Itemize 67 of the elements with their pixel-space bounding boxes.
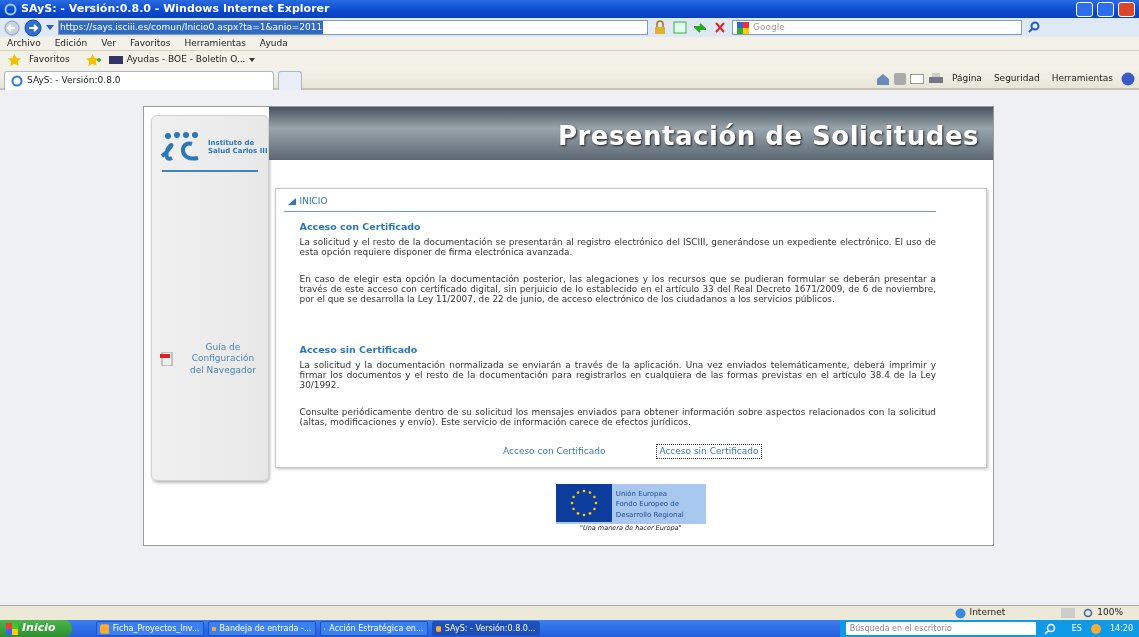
browser-tab[interactable]: SAyS: - Versión:0.8.0 <box>4 71 274 90</box>
refresh-icon[interactable] <box>692 20 708 35</box>
home-icon[interactable] <box>875 73 890 85</box>
search-placeholder: Búsqueda en el escritorio <box>849 622 952 635</box>
favorite-link[interactable]: Ayudas - BOE - Boletín O... <box>108 52 256 67</box>
windows-logo-icon <box>6 622 18 635</box>
globe-icon <box>954 607 966 619</box>
app-icon <box>435 623 441 634</box>
mail-icon[interactable] <box>909 74 924 84</box>
menu-item[interactable]: Edición <box>47 36 95 51</box>
section-heading: Acceso con Certificado <box>299 219 422 234</box>
taskbar-button[interactable]: Acción Estratégica en... <box>319 621 428 636</box>
star-icon <box>8 53 21 66</box>
command-menu[interactable]: Herramientas <box>1047 72 1117 86</box>
desktop-search-field[interactable]: Búsqueda en el escritorio <box>845 622 1036 635</box>
body-paragraph: La solicitud y la documentación normalizada se enviarán a través de la aplicación. Una vez enviados telemáticamente, deberá imprimir y firmar los documentos y el resto de la documentación para registrarlos en cualquiera de las formas previstas en el artículo 38.4 de la Ley 30/1992. <box>299 361 936 391</box>
taskbar-button[interactable]: Bandeja de entrada -... <box>207 621 316 636</box>
zoom-button[interactable]: 100% <box>1083 606 1123 620</box>
menu-item[interactable]: Archivo <box>0 36 48 51</box>
body-paragraph: En caso de elegir esta opción la documentación posterior, las alegaciones y los recursos que se pudieran formular se deberán presentar a través de este acceso con certificado digital, sin perjuicio de lo establecido en el artículo 33 del Real Decreto 1671/2009, de 6 de noviembre, por el que se desarrolla la Ley 11/2007, de 22 de junio, de acceso electrónico de los ciudadanos a los servicios públicos. <box>299 275 936 305</box>
menu-item[interactable]: Herramientas <box>177 36 253 51</box>
help-icon[interactable] <box>1121 72 1135 86</box>
compatibility-icon[interactable] <box>672 20 688 35</box>
access-link[interactable]: Acceso sin Certificado <box>656 443 762 460</box>
taskbar-button[interactable]: SAyS: - Versión:0.8.0... <box>431 621 540 636</box>
stop-icon[interactable] <box>712 20 728 35</box>
command-menu[interactable]: Página <box>947 72 986 86</box>
window-title: SAyS: - Versión:0.8.0 - Windows Internet Explorer <box>21 0 331 17</box>
search-icon[interactable] <box>1026 20 1042 35</box>
search-placeholder: Google <box>753 20 785 34</box>
taskbar-button[interactable]: Ficha_Proyectos_Inv... <box>95 621 204 636</box>
section-title: INICIO <box>299 195 328 208</box>
menu-item[interactable]: Favoritos <box>122 36 178 51</box>
eu-flag-icon <box>555 484 612 523</box>
menu-item[interactable]: Ver <box>94 36 123 51</box>
app-icon <box>99 623 109 634</box>
browser-icon <box>4 2 17 16</box>
body-paragraph: La solicitud y el resto de la documentación se presentarán al registro electrónico del ISCIII, generándose un expediente electrónico. El uso de esta opción requiere disponer de firma electrónica avanzada. <box>299 237 936 258</box>
menu-item[interactable]: Ayuda <box>252 36 295 51</box>
body-paragraph: Consulte periódicamente dentro de su solicitud los mensajes enviados para obtener información sobre aspectos relacionados con la solicitud (altas, modificaciones y envío). Este servicio de información carece de efectos jurídicos. <box>299 408 936 428</box>
new-tab-button[interactable] <box>278 71 302 90</box>
tray-icon[interactable] <box>1089 622 1102 635</box>
add-favorite-icon[interactable] <box>85 53 101 66</box>
site-icon <box>108 55 123 64</box>
address-field[interactable]: https://says.isciii.es/comun/Inicio0.aspx?ta=1&anio=2011 <box>58 20 648 35</box>
maximize-button[interactable] <box>1097 1 1114 17</box>
search-provider-icon <box>737 21 749 34</box>
banner-title: Presentación de Solicitudes <box>268 107 993 160</box>
magnifier-icon <box>1083 608 1094 618</box>
forward-icon[interactable] <box>24 18 42 37</box>
caret-icon <box>249 57 256 62</box>
caret-icon[interactable] <box>46 24 54 31</box>
pdf-icon <box>160 351 174 366</box>
access-link[interactable]: Acceso con Certificado <box>500 443 609 460</box>
minimize-button[interactable] <box>1076 1 1093 17</box>
command-menu[interactable]: Seguridad <box>989 72 1044 86</box>
print-icon[interactable] <box>927 73 944 85</box>
browser-icon <box>11 75 23 87</box>
search-icon[interactable] <box>1043 622 1056 635</box>
browser-guide-link[interactable]: Guía de Configuración del Navegador <box>190 342 256 376</box>
clock: 14:20 <box>1109 622 1133 635</box>
favorites-button[interactable]: Favoritos <box>29 52 70 67</box>
section-heading: Acceso sin Certificado <box>299 342 419 357</box>
close-button[interactable] <box>1118 1 1135 17</box>
triangle-icon <box>287 198 296 206</box>
zone-indicator: Internet <box>954 606 1006 620</box>
lock-icon <box>652 20 668 35</box>
